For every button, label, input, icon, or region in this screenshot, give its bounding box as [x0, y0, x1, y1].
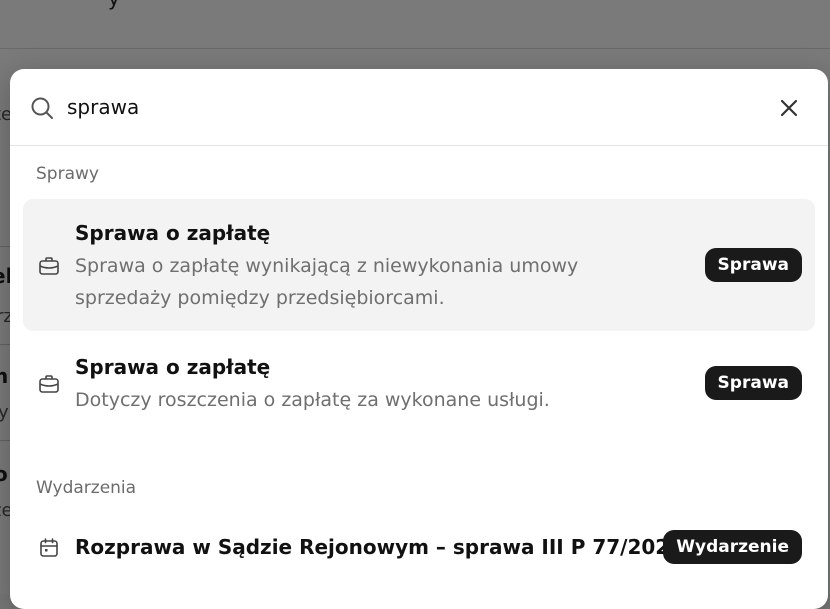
search-icon — [30, 96, 54, 120]
result-title: Rozprawa w Sądzie Rejonowym – sprawa III… — [75, 535, 684, 559]
result-description: Dotyczy roszczenia o zapłatę za wykonane… — [75, 389, 550, 411]
search-input[interactable] — [67, 89, 747, 125]
search-result-event[interactable]: Rozprawa w Sądzie Rejonowym – sprawa III… — [23, 521, 815, 575]
briefcase-icon — [38, 255, 60, 277]
result-description: Sprawa o zapłatę wynikającą z niewykonan… — [75, 255, 579, 309]
result-title: Sprawa o zapłatę — [75, 355, 271, 379]
type-badge: Wydarzenie — [663, 530, 802, 564]
search-result-case[interactable]: Sprawa o zapłatę Dotyczy roszczenia o za… — [23, 341, 815, 421]
type-badge: Sprawa — [704, 248, 802, 282]
section-label-events: Wydarzenia — [36, 478, 137, 498]
search-bar — [10, 69, 828, 146]
type-badge: Sprawa — [704, 366, 802, 400]
result-title: Sprawa o zapłatę — [75, 221, 271, 245]
close-button[interactable] — [774, 93, 804, 123]
section-label-cases: Sprawy — [36, 164, 99, 184]
search-result-case[interactable]: Sprawa o zapłatę Sprawa o zapłatę wynika… — [23, 199, 815, 331]
calendar-icon — [38, 537, 60, 559]
close-icon — [780, 99, 798, 117]
briefcase-icon — [38, 373, 60, 395]
search-dialog: Sprawy Sprawa o zapłatę Sprawa o zapłatę… — [10, 69, 828, 609]
